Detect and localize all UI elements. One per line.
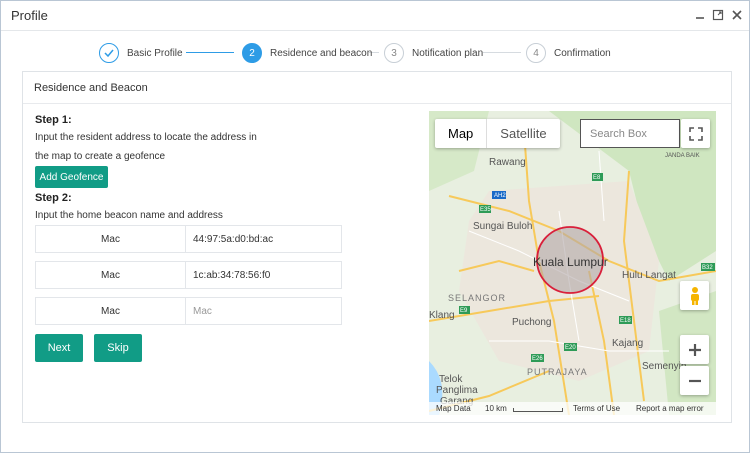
step1-heading: Step 1:	[35, 114, 72, 126]
step-basic-profile[interactable]: Basic Profile	[99, 39, 183, 67]
map-label-putrajaya: PUTRAJAYA	[527, 367, 588, 377]
step2-instruction: Input the home beacon name and address	[35, 210, 223, 221]
svg-text:E20: E20	[565, 345, 576, 351]
beacon-name: Mac	[36, 298, 186, 324]
map-label-sungai-buloh: Sungai Buloh	[473, 221, 533, 232]
zoom-out-icon[interactable]	[680, 366, 709, 395]
beacon-row: Mac	[35, 225, 342, 253]
map-label-kajang: Kajang	[612, 338, 643, 349]
panel-header: Residence and Beacon	[23, 72, 731, 104]
maximize-icon[interactable]	[711, 8, 725, 22]
fullscreen-icon[interactable]	[681, 119, 710, 148]
step-number: 2	[242, 43, 262, 63]
pegman-icon[interactable]	[680, 281, 709, 310]
step-number: 4	[526, 43, 546, 63]
step-confirmation[interactable]: 4 Confirmation	[526, 39, 611, 67]
step-label: Confirmation	[554, 47, 611, 59]
terms-link[interactable]: Terms of Use	[573, 404, 620, 413]
map-tab-satellite[interactable]: Satellite	[486, 119, 559, 148]
step-residence-beacon[interactable]: 2 Residence and beacon	[242, 39, 372, 67]
title-bar: Profile	[1, 1, 749, 31]
svg-text:B32: B32	[702, 265, 713, 271]
svg-text:E26: E26	[532, 356, 543, 362]
step-label: Notification plan	[412, 47, 484, 59]
step-connector	[186, 52, 234, 53]
svg-text:E8: E8	[593, 175, 601, 181]
map-label-telok: Telok	[439, 374, 463, 385]
map-label-selangor: SELANGOR	[448, 293, 506, 303]
map-label-klang: Klang	[429, 310, 455, 321]
step-label: Basic Profile	[127, 47, 183, 59]
svg-text:E35: E35	[480, 207, 491, 213]
map-scale-label: 10 km	[485, 404, 507, 413]
beacon-name: Mac	[36, 226, 186, 252]
step1-instruction-cont: the map to create a geofence	[35, 151, 166, 162]
map-search-input[interactable]	[580, 119, 680, 148]
map-footer: Map Data 10 km Terms of Use Report a map…	[429, 402, 716, 415]
next-button[interactable]: Next	[35, 334, 83, 362]
step1-instruction: Input the resident address to locate the…	[35, 132, 257, 143]
map-label-kuala-lumpur: Kuala Lumpur	[533, 255, 608, 269]
step-connector	[483, 52, 521, 53]
map-type-tabs: Map Satellite	[435, 119, 560, 148]
minimize-icon[interactable]	[693, 8, 707, 22]
check-icon	[99, 43, 119, 63]
add-geofence-button[interactable]: Add Geofence	[35, 166, 108, 188]
step-notification-plan[interactable]: 3 Notification plan	[384, 39, 483, 67]
map-label-puchong: Puchong	[512, 317, 551, 328]
beacon-address-input[interactable]	[186, 226, 341, 252]
zoom-in-icon[interactable]	[680, 335, 709, 364]
close-icon[interactable]	[730, 8, 744, 22]
profile-window: Profile Basic Profile 2 Residence and be…	[0, 0, 750, 453]
map-canvas: AH2 E35 E8 B32 E9 E18 E20 E26 E6 Rawang …	[429, 111, 716, 415]
svg-text:E18: E18	[620, 318, 631, 324]
step-label: Residence and beacon	[270, 47, 373, 59]
map-label-rawang: Rawang	[489, 157, 526, 168]
geofence-map[interactable]: AH2 E35 E8 B32 E9 E18 E20 E26 E6 Rawang …	[429, 111, 716, 415]
map-tab-map[interactable]: Map	[435, 119, 486, 148]
progress-stepper: Basic Profile 2 Residence and beacon 3 N…	[1, 39, 750, 67]
svg-text:AH2: AH2	[494, 193, 506, 199]
map-label-janda-baik: JANDA BAIK	[665, 153, 700, 159]
map-label-hulu-langat: Hulu Langat	[622, 270, 676, 281]
skip-button[interactable]: Skip	[94, 334, 142, 362]
report-map-error-link[interactable]: Report a map error	[636, 404, 704, 413]
beacon-address-input[interactable]	[186, 262, 341, 288]
step2-heading: Step 2:	[35, 192, 72, 204]
map-data-link[interactable]: Map Data	[436, 404, 471, 413]
map-scale-bar	[513, 408, 563, 412]
map-label-panglima: Panglima	[436, 385, 478, 396]
beacon-row: Mac	[35, 261, 342, 289]
beacon-row: Mac	[35, 297, 342, 325]
svg-text:E9: E9	[460, 308, 468, 314]
panel-title: Residence and Beacon	[34, 82, 148, 94]
step-number: 3	[384, 43, 404, 63]
window-title: Profile	[11, 8, 48, 23]
beacon-name: Mac	[36, 262, 186, 288]
beacon-address-input[interactable]	[186, 298, 341, 324]
